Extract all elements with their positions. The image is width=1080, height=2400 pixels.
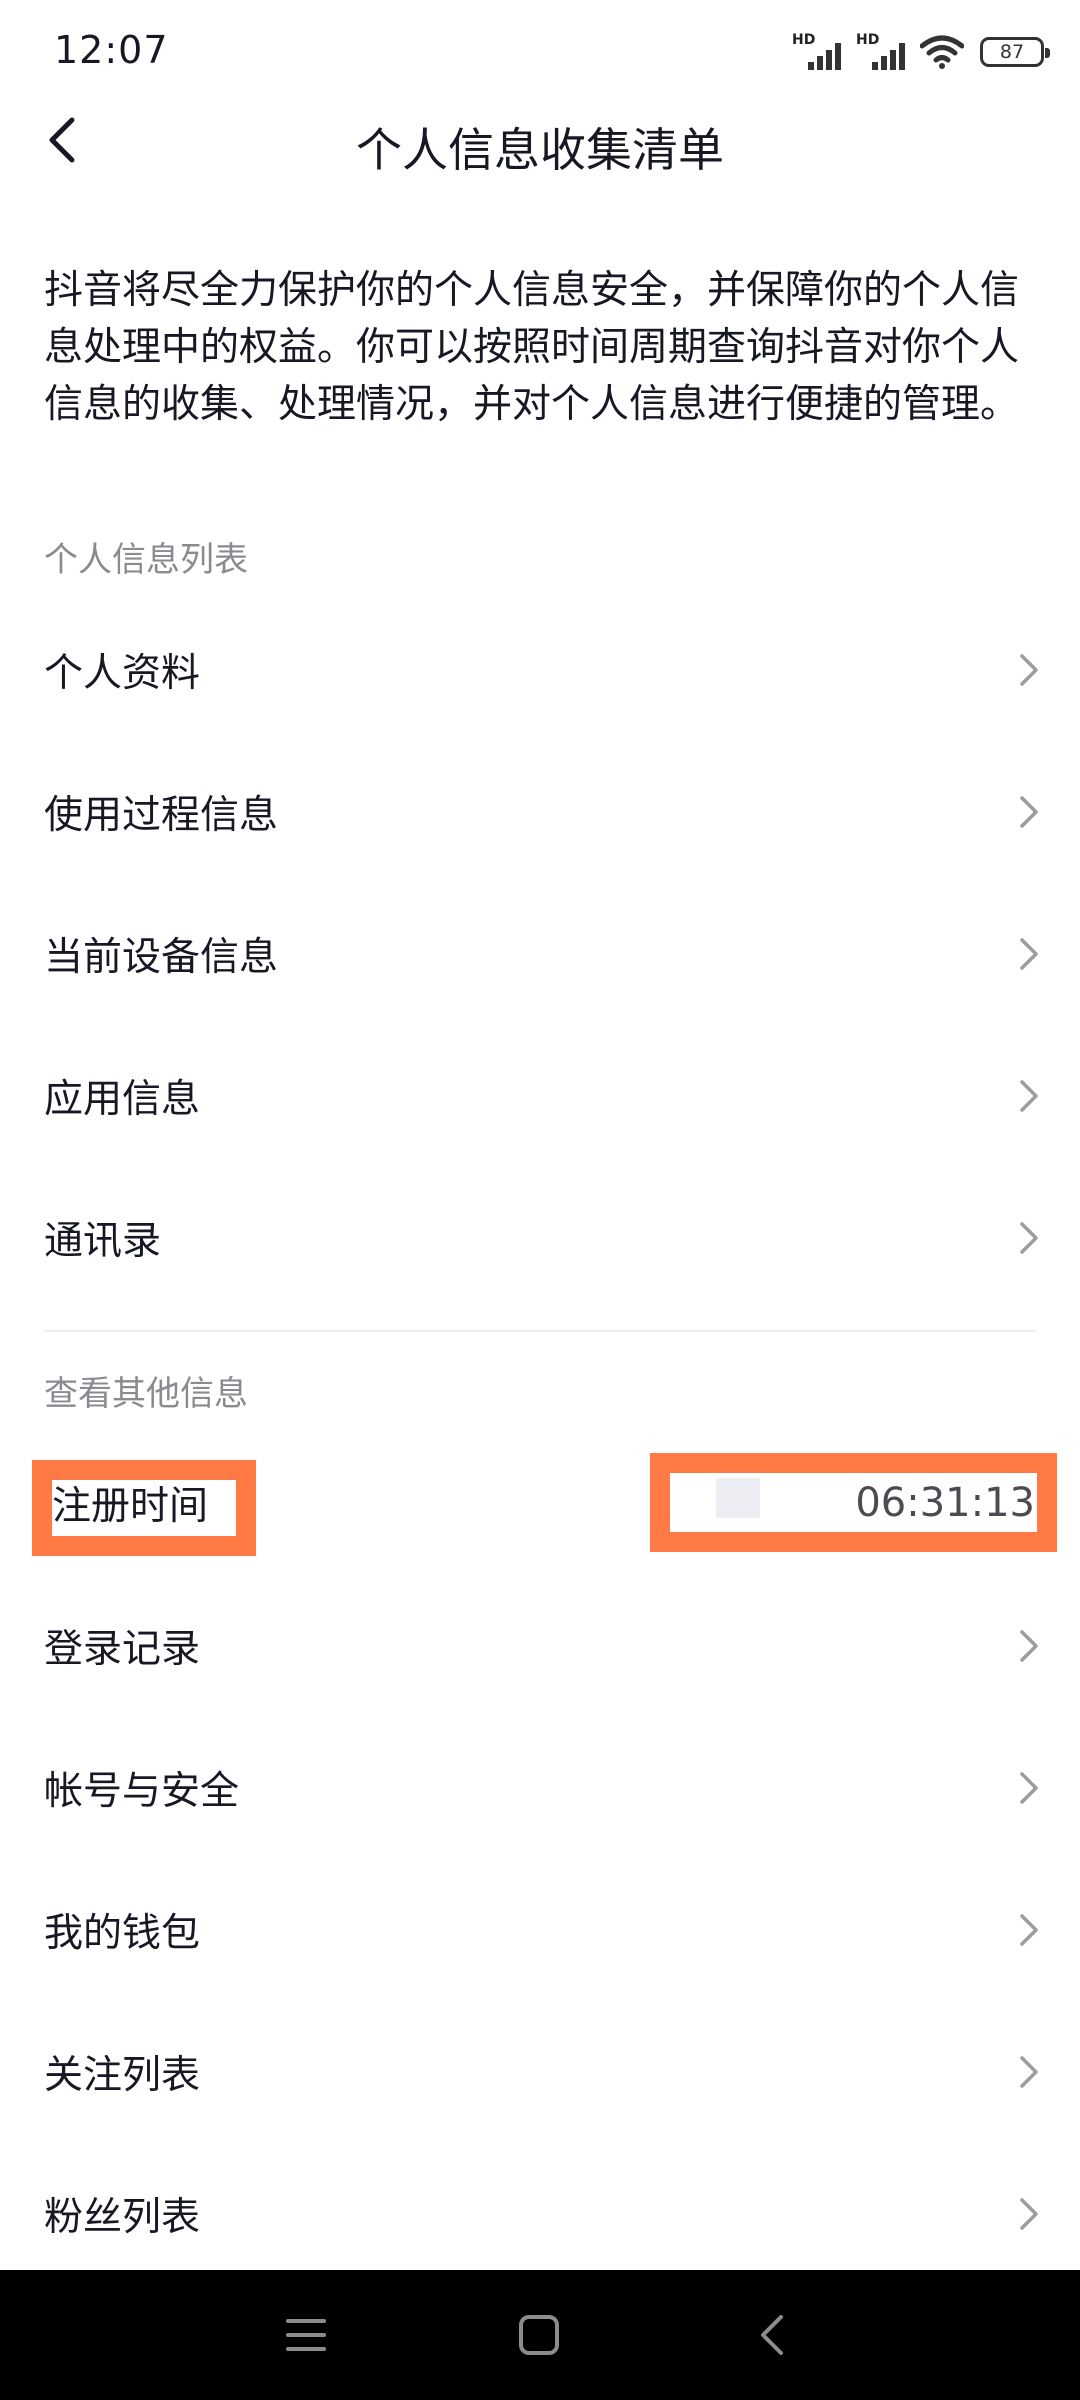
list-item-followers[interactable]: 粉丝列表 — [0, 2154, 1080, 2274]
chevron-right-icon — [1020, 1772, 1038, 1804]
menu-icon — [286, 2319, 326, 2351]
list-item-label: 我的钱包 — [44, 1911, 201, 1956]
section-label-personal: 个人信息列表 — [44, 540, 248, 580]
header-bar: 个人信息收集清单 — [0, 104, 1080, 177]
status-time: 12:07 — [54, 28, 169, 72]
list-item-usage-info[interactable]: 使用过程信息 — [0, 752, 1080, 872]
chevron-right-icon — [1020, 1080, 1038, 1112]
battery-icon: 87 — [980, 37, 1050, 67]
chevron-right-icon — [1020, 796, 1038, 828]
battery-level: 87 — [999, 41, 1025, 63]
hd-signal-icon: HD — [792, 32, 846, 72]
chevron-right-icon — [1020, 2056, 1038, 2088]
list-item-login-records[interactable]: 登录记录 — [0, 1586, 1080, 1706]
list-item-label: 个人资料 — [44, 651, 201, 696]
wifi-icon — [920, 35, 964, 69]
status-icons: HD HD 87 — [792, 30, 1050, 74]
home-button[interactable] — [489, 2270, 589, 2400]
list-item-label: 登录记录 — [44, 1627, 201, 1672]
system-back-button[interactable] — [722, 2270, 822, 2400]
chevron-right-icon — [1020, 1222, 1038, 1254]
list-item-device-info[interactable]: 当前设备信息 — [0, 894, 1080, 1014]
chevron-right-icon — [1020, 654, 1038, 686]
intro-text: 抖音将尽全力保护你的个人信息安全，并保障你的个人信息处理中的权益。你可以按照时间… — [44, 268, 1020, 427]
list-item-label: 应用信息 — [44, 1077, 201, 1122]
redacted-date — [716, 1478, 760, 1518]
home-icon — [519, 2315, 559, 2355]
list-item-account-security[interactable]: 帐号与安全 — [0, 1728, 1080, 1848]
chevron-right-icon — [1020, 1630, 1038, 1662]
hd-signal-icon: HD — [856, 32, 910, 72]
menu-button[interactable] — [256, 2270, 356, 2400]
list-item-label: 关注列表 — [44, 2053, 201, 2098]
section-label-other: 查看其他信息 — [44, 1374, 248, 1414]
list-item-profile[interactable]: 个人资料 — [0, 610, 1080, 730]
list-item-label: 粉丝列表 — [44, 2195, 201, 2240]
list-item-label: 帐号与安全 — [44, 1769, 240, 1814]
list-item-app-info[interactable]: 应用信息 — [0, 1036, 1080, 1156]
back-icon — [761, 2315, 783, 2355]
list-item-wallet[interactable]: 我的钱包 — [0, 1870, 1080, 1990]
chevron-right-icon — [1020, 938, 1038, 970]
system-nav-bar — [0, 2270, 1080, 2400]
chevron-right-icon — [1020, 1914, 1038, 1946]
chevron-right-icon — [1020, 2198, 1038, 2230]
status-bar: 12:07 HD HD 87 — [0, 0, 1080, 104]
list-item-label: 当前设备信息 — [44, 935, 279, 980]
page-title: 个人信息收集清单 — [356, 123, 724, 177]
list-item-contacts[interactable]: 通讯录 — [0, 1178, 1080, 1298]
section-divider — [44, 1330, 1036, 1332]
register-time-value: 06:31:13 — [855, 1480, 1035, 1526]
list-item-following[interactable]: 关注列表 — [0, 2012, 1080, 2132]
list-item-label: 使用过程信息 — [44, 793, 279, 838]
register-time-label: 注册时间 — [52, 1484, 209, 1529]
list-item-label: 通讯录 — [44, 1219, 162, 1264]
